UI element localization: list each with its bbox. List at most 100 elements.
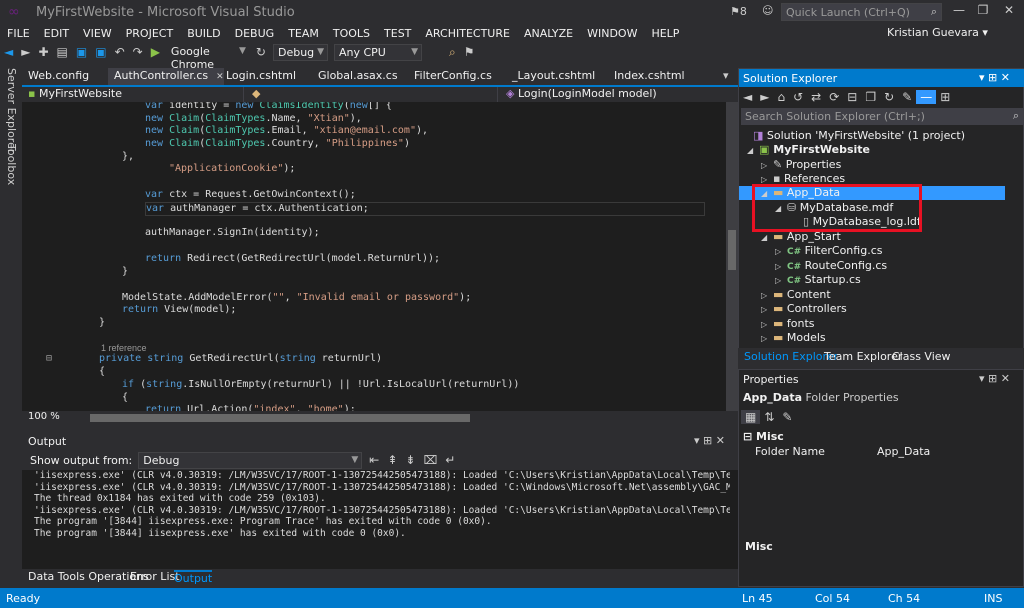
menu-file[interactable]: FILE: [0, 27, 37, 40]
output-pin-icon[interactable]: ▾ ⊞ ✕: [694, 434, 725, 447]
tree-project[interactable]: ◢ ▣ MyFirstWebsite: [747, 143, 870, 157]
project-dropdown[interactable]: ▪ MyFirstWebsite: [24, 87, 244, 102]
new-project-icon[interactable]: ✚: [34, 45, 52, 59]
class-diagram-icon[interactable]: ⊞: [936, 90, 954, 104]
tree-routeconfig[interactable]: ▷ C# RouteConfig.cs: [775, 259, 887, 273]
find-message-icon[interactable]: ⇤: [365, 453, 383, 467]
forward-icon[interactable]: ►: [17, 45, 34, 59]
menu-view[interactable]: VIEW: [76, 27, 119, 40]
collapse-all-icon[interactable]: ⊟: [843, 90, 861, 104]
solution-icon: ◨: [753, 129, 764, 142]
tab-index-cshtml[interactable]: Index.cshtml: [608, 68, 691, 85]
menu-build[interactable]: BUILD: [180, 27, 227, 40]
tree-content[interactable]: ▷ ▬ Content: [761, 288, 831, 302]
pending-changes-icon[interactable]: ⇄: [807, 90, 825, 104]
tab-team-explorer[interactable]: Team Explorer: [824, 350, 902, 363]
visual-studio-logo-icon: ∞: [8, 4, 20, 20]
menu-tools[interactable]: TOOLS: [326, 27, 377, 40]
tab-overflow-icon[interactable]: ▾: [717, 68, 735, 85]
tree-startup[interactable]: ▷ C# Startup.cs: [775, 273, 861, 287]
tab-login-cshtml[interactable]: Login.cshtml: [220, 68, 302, 85]
solution-search-input[interactable]: Search Solution Explorer (Ctrl+;) ⌕: [741, 108, 1023, 125]
menu-team[interactable]: TEAM: [281, 27, 326, 40]
toolbox-tab[interactable]: Toolbox: [5, 144, 18, 185]
redo-icon[interactable]: ↷: [129, 45, 147, 59]
browser-selector[interactable]: Google Chrome ▼: [167, 44, 249, 71]
clear-all-icon[interactable]: ⌧: [419, 453, 441, 467]
tab-output[interactable]: Output: [174, 570, 213, 585]
run-icon[interactable]: ▶: [147, 45, 164, 59]
preview-selected-icon[interactable]: —: [916, 90, 937, 104]
panel-pin-icon[interactable]: ▾ ⊞ ✕: [979, 71, 1010, 84]
history-icon[interactable]: ↺: [789, 90, 807, 104]
close-button[interactable]: ✕: [998, 3, 1020, 21]
properties-wrench-icon[interactable]: ✎: [898, 90, 916, 104]
tab-class-view[interactable]: Class View: [892, 350, 951, 363]
menu-project[interactable]: PROJECT: [119, 27, 181, 40]
user-account[interactable]: Kristian Guevara ▾: [887, 26, 988, 39]
undo-icon[interactable]: ↶: [111, 45, 129, 59]
save-all-icon[interactable]: ▣: [91, 45, 110, 59]
menu-debug[interactable]: DEBUG: [228, 27, 282, 40]
method-dropdown[interactable]: ◈ Login(LoginModel model): [502, 87, 736, 102]
menu-edit[interactable]: EDIT: [37, 27, 76, 40]
menu-test[interactable]: TEST: [377, 27, 418, 40]
quick-launch-input[interactable]: Quick Launch (Ctrl+Q) ⌕: [781, 3, 942, 21]
property-pages-icon[interactable]: ✎: [778, 410, 796, 424]
tree-solution[interactable]: ◨ Solution 'MyFirstWebsite' (1 project): [753, 129, 965, 143]
platform-selector[interactable]: Any CPU ▼: [333, 43, 422, 61]
tab-error-list[interactable]: Error List: [130, 570, 180, 583]
find-in-files-icon[interactable]: ⌕: [445, 45, 460, 60]
refresh-icon[interactable]: ↻: [880, 90, 898, 104]
home-icon[interactable]: ⌂: [773, 90, 789, 104]
show-all-files-icon[interactable]: ❐: [861, 90, 880, 104]
horizontal-scroll-thumb[interactable]: [90, 414, 470, 422]
property-value[interactable]: App_Data: [877, 445, 930, 458]
sync-icon[interactable]: ⟳: [825, 90, 843, 104]
next-message-icon[interactable]: ⇟: [401, 453, 419, 467]
menu-window[interactable]: WINDOW: [580, 27, 644, 40]
back-icon[interactable]: ◄: [739, 90, 756, 104]
refresh-icon[interactable]: ↻: [252, 45, 270, 59]
panel-pin-icon[interactable]: ▾ ⊞ ✕: [979, 372, 1010, 385]
configuration-selector[interactable]: Debug ▼: [272, 43, 328, 61]
zoom-level[interactable]: 100 %: [28, 411, 60, 422]
output-source-select[interactable]: Debug ▼: [138, 451, 363, 469]
class-dropdown[interactable]: ◆ MyFirstWebsite.Controllers.AuthControl…: [248, 87, 498, 113]
back-icon[interactable]: ◄: [0, 45, 17, 59]
feedback-icon[interactable]: ☺: [762, 4, 773, 17]
categorized-icon[interactable]: ▦: [741, 410, 761, 424]
menu-help[interactable]: HELP: [644, 27, 686, 40]
menu-analyze[interactable]: ANALYZE: [517, 27, 580, 40]
bookmark-icon[interactable]: ⚑: [460, 45, 479, 59]
server-explorer-tab[interactable]: Server Explorer: [5, 68, 18, 153]
restore-button[interactable]: ❐: [972, 3, 994, 21]
minimize-button[interactable]: —: [948, 3, 970, 21]
document-tabs: Web.config AuthController.cs ✕ Login.csht…: [22, 68, 738, 85]
tab-filterconfig[interactable]: FilterConfig.cs: [408, 68, 498, 85]
properties-category[interactable]: ⊟ Misc: [743, 430, 784, 443]
open-file-icon[interactable]: ▤: [53, 45, 72, 59]
notifications-flag-icon[interactable]: ⚑8: [730, 5, 747, 18]
word-wrap-icon[interactable]: ↵: [441, 453, 459, 467]
properties-object-selector[interactable]: App_Data Folder Properties: [743, 391, 1021, 407]
menu-architecture[interactable]: ARCHITECTURE: [418, 27, 517, 40]
tree-filterconfig[interactable]: ▷ C# FilterConfig.cs: [775, 244, 882, 258]
alphabetical-icon[interactable]: ⇅: [760, 410, 778, 424]
tree-app-start[interactable]: ◢ ▬ App_Start: [761, 230, 841, 244]
tree-fonts[interactable]: ▷ ▬ fonts: [761, 317, 815, 331]
collapse-icon[interactable]: ⊟: [46, 353, 52, 365]
output-text[interactable]: 'iisexpress.exe' (CLR v4.0.30319: /LM/W3…: [34, 470, 730, 570]
previous-message-icon[interactable]: ⇞: [383, 453, 401, 467]
tab-web-config[interactable]: Web.config: [22, 68, 95, 85]
tree-controllers[interactable]: ▷ ▬ Controllers: [761, 302, 847, 316]
tab-layout-cshtml[interactable]: _Layout.cshtml: [506, 68, 601, 85]
tab-authcontroller[interactable]: AuthController.cs ✕: [108, 68, 224, 85]
vertical-scroll-thumb[interactable]: [728, 230, 736, 270]
tab-global-asax[interactable]: Global.asax.cs: [312, 68, 404, 85]
forward-icon[interactable]: ►: [756, 90, 773, 104]
code-editor[interactable]: var identity = new ClaimsIdentity(new[] …: [22, 102, 738, 411]
tree-properties[interactable]: ▷ ✎ Properties: [761, 158, 841, 172]
save-icon[interactable]: ▣: [72, 45, 91, 59]
tree-models[interactable]: ▷ ▬ Models: [761, 331, 826, 345]
